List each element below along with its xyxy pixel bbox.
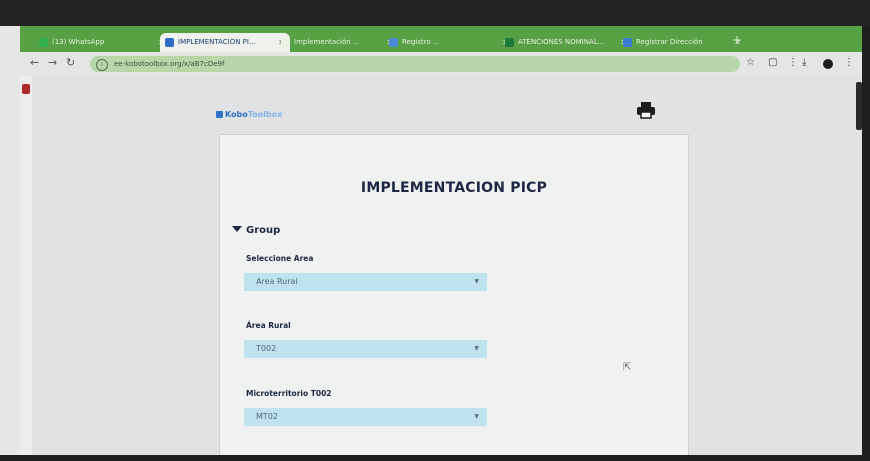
menu-icon[interactable]: ⋮ <box>844 57 854 68</box>
browser-toolbar: ← → ↻ i ee-kobotoolbox.org/x/aB7cDe9f ☆ … <box>20 52 862 76</box>
chevron-down-icon: ▼ <box>474 413 479 420</box>
tab-label: (13) WhatsApp <box>52 38 105 46</box>
select-area-rural[interactable]: T002 ▼ <box>244 340 487 358</box>
side-panel-icon[interactable] <box>22 84 30 94</box>
field-label-seleccione-area: Seleccione Area <box>246 254 314 263</box>
reload-icon[interactable]: ↻ <box>66 56 75 69</box>
forward-icon[interactable]: → <box>48 56 57 69</box>
monitor-bezel-bottom <box>0 455 870 461</box>
print-icon[interactable] <box>636 100 656 120</box>
extensions-icon[interactable]: ▢ <box>768 57 777 68</box>
tab-implementacion-2[interactable]: Implementación ... ✕ <box>276 33 398 52</box>
select-value: MT02 <box>256 412 278 421</box>
select-microterritorio[interactable]: MT02 ▼ <box>244 408 487 426</box>
chevron-down-icon: ▼ <box>474 278 479 285</box>
kobo-logo-icon <box>216 111 223 118</box>
split-icon[interactable]: ⋮ <box>788 57 798 68</box>
download-icon[interactable]: ⤓ <box>802 57 806 68</box>
caret-down-icon <box>232 226 242 232</box>
logo-text-bold: Kobo <box>225 110 248 119</box>
scrollbar[interactable] <box>856 82 862 130</box>
field-label-area-rural: Área Rural <box>246 321 291 330</box>
new-tab-button[interactable]: + <box>732 33 742 47</box>
site-info-icon[interactable]: i <box>96 59 108 71</box>
doc-icon <box>281 38 290 47</box>
profile-avatar[interactable] <box>823 59 833 69</box>
doc-icon <box>389 38 398 47</box>
tab-registro[interactable]: Registro ... ✕ <box>384 33 514 52</box>
chevron-down-icon: ▼ <box>474 345 479 352</box>
select-area[interactable]: Area Rural ▼ <box>244 273 487 291</box>
tab-registrar[interactable]: Registrar Dirección ✕ <box>618 33 746 52</box>
logo-text-light: Toolbox <box>247 110 283 119</box>
address-bar[interactable]: i ee-kobotoolbox.org/x/aB7cDe9f <box>90 56 740 72</box>
back-icon[interactable]: ← <box>30 56 39 69</box>
kobotoolbox-logo: KoboToolbox <box>216 110 282 119</box>
side-panel-strip <box>20 76 32 455</box>
sheet-icon <box>505 38 514 47</box>
monitor-bezel-top <box>0 0 870 26</box>
select-value: T002 <box>256 344 277 353</box>
group-toggle[interactable]: Group <box>232 225 280 236</box>
tab-atenciones[interactable]: ATENCIONES NOMINAL... ✕ <box>500 33 632 52</box>
monitor-bezel-left <box>0 26 20 461</box>
browser-window: (13) WhatsApp ✕ IMPLEMENTACION PI... ✕ I… <box>20 26 862 455</box>
tab-label: IMPLEMENTACION PI... <box>178 38 256 46</box>
cursor-icon: ⇱ <box>623 362 632 373</box>
page-viewport: KoboToolbox IMPLEMENTACION PICP Group Se… <box>20 76 862 455</box>
select-value: Area Rural <box>256 277 298 286</box>
kobo-tab-icon <box>165 38 174 47</box>
tab-label: Implementación ... <box>294 38 360 46</box>
field-label-microterritorio: Microterritorio T002 <box>246 389 332 398</box>
form-title: IMPLEMENTACION PICP <box>360 180 548 196</box>
monitor-bezel-right <box>862 26 870 461</box>
tab-label: ATENCIONES NOMINAL... <box>518 38 605 46</box>
doc-icon <box>623 38 632 47</box>
url-text: ee-kobotoolbox.org/x/aB7cDe9f <box>114 60 225 68</box>
group-label: Group <box>246 225 281 236</box>
tab-strip: (13) WhatsApp ✕ IMPLEMENTACION PI... ✕ I… <box>20 26 862 52</box>
tab-implementacion[interactable]: IMPLEMENTACION PI... ✕ <box>160 33 290 52</box>
tab-whatsapp[interactable]: (13) WhatsApp ✕ <box>34 33 170 52</box>
whatsapp-icon <box>39 38 48 47</box>
tab-label: Registro ... <box>402 38 440 46</box>
star-icon[interactable]: ☆ <box>746 57 755 68</box>
tab-label: Registrar Dirección <box>636 38 703 46</box>
form-card: IMPLEMENTACION PICP Group Seleccione Are… <box>219 134 689 455</box>
